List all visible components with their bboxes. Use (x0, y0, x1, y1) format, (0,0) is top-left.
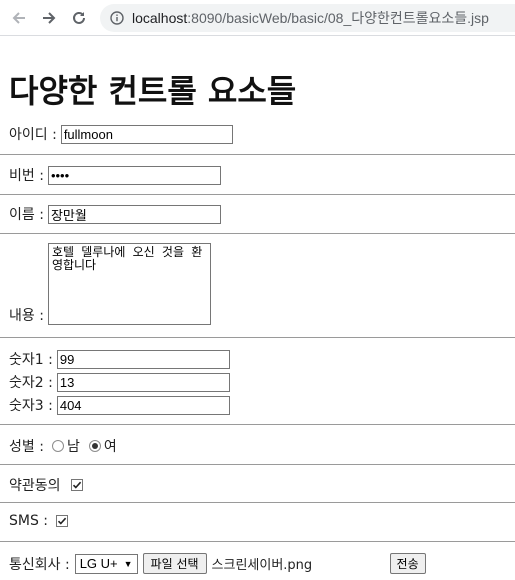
id-row: 아이디 : (9, 124, 233, 144)
url-path: :8090/basicWeb/basic/08_다양한컨트롤요소들.jsp (187, 9, 489, 26)
agree-label: 약관동의 (9, 478, 61, 494)
gender-male-radio[interactable] (51, 440, 64, 452)
content-row: 내용 : (9, 243, 211, 325)
divider (0, 337, 515, 338)
checkmark-icon (72, 481, 81, 489)
name-input[interactable] (47, 204, 221, 224)
sms-checkbox[interactable] (56, 515, 69, 527)
gender-male-label: 남 (66, 439, 80, 455)
carrier-row: 통신회사 : LG U+ ▼ 파일 선택 스크린세이버.png 전송 (9, 553, 426, 574)
number3-label: 숫자3 : (9, 398, 53, 414)
number1-input[interactable] (56, 349, 230, 369)
number2-input[interactable] (56, 372, 230, 392)
divider (0, 194, 515, 195)
submit-button[interactable]: 전송 (389, 553, 426, 574)
sms-label: SMS : (9, 513, 49, 529)
file-name: 스크린세이버.png (211, 558, 313, 573)
browser-toolbar: localhost:8090/basicWeb/basic/08_다양한컨트롤요… (0, 0, 515, 36)
back-button[interactable] (4, 3, 34, 33)
chevron-down-icon: ▼ (123, 558, 133, 569)
checkmark-icon (57, 517, 67, 525)
arrow-left-icon (12, 11, 25, 24)
id-label: 아이디 : (9, 127, 57, 143)
info-icon[interactable] (110, 10, 124, 25)
divider (0, 502, 515, 503)
number1-row: 숫자1 : (9, 349, 230, 369)
file-select-button[interactable]: 파일 선택 (142, 553, 207, 574)
arrow-right-icon (43, 11, 56, 24)
password-row: 비번 : (9, 165, 221, 185)
agree-checkbox[interactable] (70, 479, 83, 491)
carrier-selected-value: LG U+ (79, 556, 118, 571)
divider (0, 464, 515, 465)
forward-button[interactable] (34, 3, 64, 33)
number2-label: 숫자2 : (9, 375, 53, 391)
gender-female-radio[interactable] (88, 440, 101, 452)
number3-row: 숫자3 : (9, 395, 230, 415)
address-bar[interactable]: localhost:8090/basicWeb/basic/08_다양한컨트롤요… (100, 3, 515, 32)
carrier-label: 통신회사 : (9, 556, 70, 573)
sms-row: SMS : (9, 513, 69, 529)
gender-female-label: 여 (103, 439, 117, 455)
content-textarea[interactable] (47, 243, 211, 325)
page-title: 다양한 컨트롤 요소들 (9, 72, 297, 110)
divider (0, 541, 515, 542)
gender-label: 성별 : (9, 439, 44, 455)
divider (0, 233, 515, 234)
name-label: 이름 : (9, 207, 44, 223)
content-label: 내용 : (9, 308, 44, 324)
password-label: 비번 : (9, 168, 44, 184)
agree-row: 약관동의 (9, 475, 83, 495)
id-input[interactable] (60, 124, 233, 144)
password-input[interactable] (47, 165, 221, 185)
carrier-select[interactable]: LG U+ ▼ (74, 553, 138, 574)
name-row: 이름 : (9, 204, 221, 224)
reload-icon (73, 11, 85, 24)
number3-input[interactable] (56, 395, 230, 415)
number2-row: 숫자2 : (9, 372, 230, 392)
reload-button[interactable] (64, 3, 94, 33)
divider (0, 424, 515, 425)
number1-label: 숫자1 : (9, 352, 53, 368)
gender-row: 성별 : 남 여 (9, 436, 117, 456)
divider (0, 154, 515, 155)
url-host: localhost (132, 9, 188, 26)
